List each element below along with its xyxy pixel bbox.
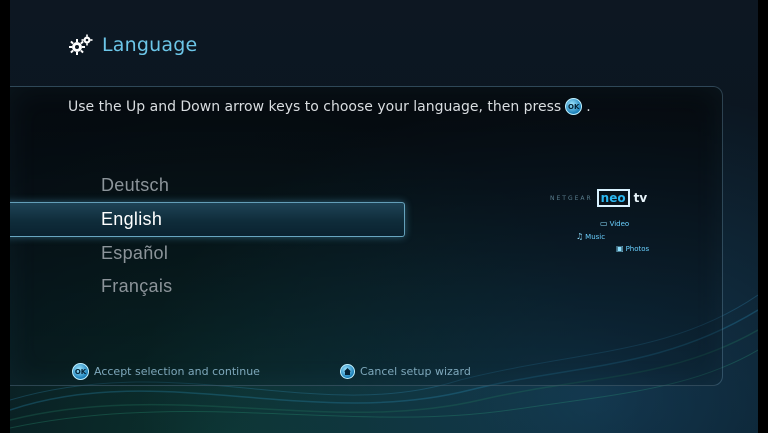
video-chip: ▭ Video [600,219,629,228]
instruction-label: Use the Up and Down arrow keys to choose… [68,98,562,115]
music-label: Music [585,232,606,241]
home-icon [339,364,355,379]
content-panel: Use the Up and Down arrow keys to choose… [10,86,723,386]
accept-hint[interactable]: OK Accept selection and continue [72,363,260,380]
ok-button-icon: OK [565,98,583,115]
netgear-brand: NETGEAR [550,194,593,202]
language-setup-screen: Language Use the Up and Down arrow keys … [10,0,758,433]
cancel-label: Cancel setup wizard [359,365,471,378]
brand-row: NETGEAR neo tv [550,189,670,207]
language-list: Deutsch English Español Français [10,169,405,303]
language-option-espanol[interactable]: Español [10,237,405,270]
neo-logo-box: neo [596,189,630,207]
page-header: Language [68,34,197,56]
camera-icon: ▣ [616,244,624,253]
page-title: Language [102,34,198,56]
neotv-logo: NETGEAR neo tv ▭ Video ♫ Music ▣ Photos [550,189,670,269]
letterbox-right [758,0,768,433]
footer-hints: OK Accept selection and continue Cancel … [72,363,471,380]
photos-label: Photos [625,244,650,253]
instruction-period: . [586,98,591,115]
photos-chip: ▣ Photos [616,244,649,253]
tv-logo-text: tv [633,191,648,205]
language-option-english[interactable]: English [10,202,405,237]
accept-label: Accept selection and continue [94,365,260,378]
cancel-hint[interactable]: Cancel setup wizard [339,364,471,379]
film-icon: ▭ [600,219,608,228]
ok-button-icon: OK [72,363,89,380]
video-label: Video [609,219,630,228]
gears-icon [69,34,93,55]
music-chip: ♫ Music [576,232,605,241]
instruction-text: Use the Up and Down arrow keys to choose… [68,98,591,115]
letterbox-left [0,0,10,433]
language-option-deutsch[interactable]: Deutsch [10,169,405,202]
music-note-icon: ♫ [576,232,584,241]
language-option-francais[interactable]: Français [10,270,405,303]
